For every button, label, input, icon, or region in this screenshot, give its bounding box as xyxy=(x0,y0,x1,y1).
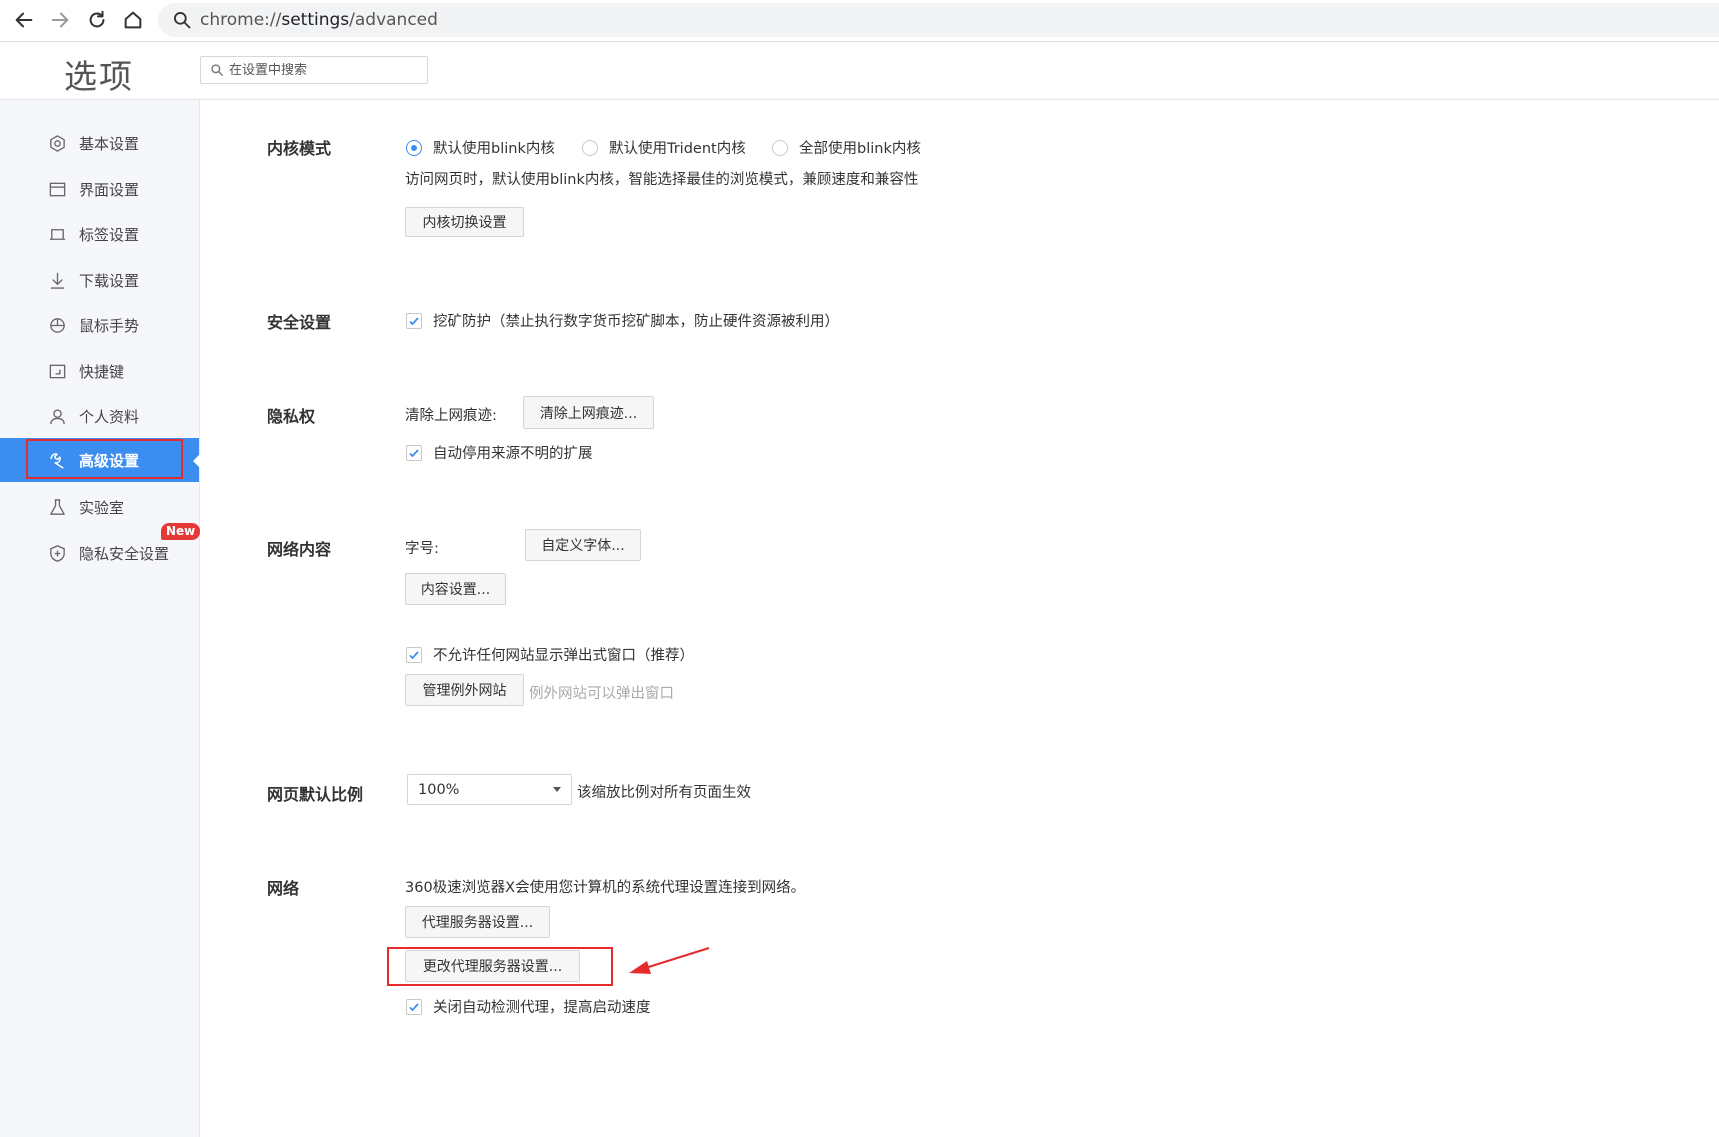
settings-header: 选项 xyxy=(0,42,1719,100)
sidebar-item-label: 快捷键 xyxy=(79,362,125,381)
annotation-arrow-icon xyxy=(629,946,710,974)
clear-history-button[interactable]: 清除上网痕迹... xyxy=(523,396,654,429)
url-text: chrome://settings/advanced xyxy=(200,10,438,30)
sidebar-item-tabs[interactable]: 标签设置 xyxy=(0,212,199,256)
sidebar-item-label: 鼠标手势 xyxy=(79,316,140,335)
address-bar[interactable]: chrome://settings/advanced xyxy=(158,3,1719,37)
radio-button[interactable] xyxy=(406,139,422,156)
disable-proxy-autodetect-option[interactable]: 关闭自动检测代理，提高启动速度 xyxy=(406,996,651,1017)
sidebar-item-download[interactable]: 下载设置 xyxy=(0,258,199,302)
basic-settings-icon xyxy=(47,133,67,153)
radio-option-blink-default[interactable]: 默认使用blink内核 xyxy=(406,137,555,158)
disable-unknown-extensions-option[interactable]: 自动停用来源不明的扩展 xyxy=(406,442,593,463)
font-size-label: 字号: xyxy=(405,541,439,557)
checkbox[interactable] xyxy=(406,444,422,461)
kernel-description: 访问网页时，默认使用blink内核，智能选择最佳的浏览模式，兼顾速度和兼容性 xyxy=(405,172,919,188)
sidebar-item-profile[interactable]: 个人资料 xyxy=(0,394,199,438)
interface-icon xyxy=(47,179,67,199)
new-badge: New xyxy=(161,523,201,540)
sidebar: 基本设置 界面设置 标签设置 下载设置 鼠标手势 快捷键 个人资料 高级设置 实… xyxy=(0,100,201,1137)
annotation-highlight-box xyxy=(387,947,613,986)
mouse-icon xyxy=(47,315,67,335)
profile-icon xyxy=(47,406,67,426)
exceptions-hint: 例外网站可以弹出窗口 xyxy=(529,686,674,702)
section-title-web-content: 网络内容 xyxy=(267,540,332,559)
checkmark-icon xyxy=(409,448,419,457)
section-title-zoom: 网页默认比例 xyxy=(267,785,364,804)
shield-icon xyxy=(47,543,67,563)
content-settings-button[interactable]: 内容设置... xyxy=(405,573,506,605)
page-title: 选项 xyxy=(64,57,134,96)
reload-icon xyxy=(89,10,105,28)
back-icon xyxy=(15,12,33,28)
checkbox[interactable] xyxy=(406,646,422,663)
radio-button[interactable] xyxy=(582,139,598,156)
checkbox[interactable] xyxy=(406,312,422,329)
home-button[interactable] xyxy=(117,4,149,36)
network-description: 360极速浏览器X会使用您计算机的系统代理设置连接到网络。 xyxy=(405,880,806,896)
custom-font-button[interactable]: 自定义字体... xyxy=(525,529,641,561)
sidebar-item-label: 实验室 xyxy=(79,498,125,517)
settings-search-input[interactable] xyxy=(229,62,409,78)
sidebar-item-shortcuts[interactable]: 快捷键 xyxy=(0,349,199,393)
back-button[interactable] xyxy=(8,4,40,36)
radio-option-blink-all[interactable]: 全部使用blink内核 xyxy=(772,137,921,158)
sidebar-item-label: 隐私安全设置 xyxy=(79,544,170,563)
sidebar-item-label: 下载设置 xyxy=(79,271,140,290)
clear-history-label: 清除上网痕迹: xyxy=(405,408,497,424)
zoom-select[interactable]: 100% xyxy=(407,774,572,805)
browser-toolbar: chrome://settings/advanced xyxy=(0,0,1719,42)
forward-button[interactable] xyxy=(44,4,76,36)
zoom-hint: 该缩放比例对所有页面生效 xyxy=(577,785,751,801)
search-icon xyxy=(211,64,223,76)
reload-button[interactable] xyxy=(81,4,113,36)
mining-protection-option[interactable]: 挖矿防护（禁止执行数字货币挖矿脚本，防止硬件资源被利用） xyxy=(406,310,839,331)
block-popups-option[interactable]: 不允许任何网站显示弹出式窗口（推荐） xyxy=(406,644,694,665)
section-title-kernel: 内核模式 xyxy=(267,139,332,158)
kernel-switch-button[interactable]: 内核切换设置 xyxy=(405,207,524,237)
flask-icon xyxy=(47,497,67,517)
sidebar-item-basic[interactable]: 基本设置 xyxy=(0,121,199,165)
forward-icon xyxy=(51,12,69,28)
active-indicator xyxy=(193,454,200,468)
sidebar-item-label: 界面设置 xyxy=(79,180,140,199)
download-icon xyxy=(47,270,67,290)
sidebar-item-label: 基本设置 xyxy=(79,134,140,153)
checkmark-icon xyxy=(409,316,419,325)
radio-button[interactable] xyxy=(772,139,788,156)
section-title-privacy: 隐私权 xyxy=(267,407,316,426)
home-icon xyxy=(124,11,142,29)
checkmark-icon xyxy=(409,1002,419,1011)
sidebar-item-label: 标签设置 xyxy=(79,225,140,244)
chevron-down-icon xyxy=(553,787,561,792)
shortcut-icon xyxy=(47,361,67,381)
manage-exceptions-button[interactable]: 管理例外网站 xyxy=(405,674,524,706)
section-title-security: 安全设置 xyxy=(267,313,332,332)
radio-option-trident-default[interactable]: 默认使用Trident内核 xyxy=(582,137,746,158)
zoom-select-value: 100% xyxy=(418,781,460,798)
sidebar-item-mouse-gestures[interactable]: 鼠标手势 xyxy=(0,303,199,347)
tab-icon xyxy=(47,224,67,244)
checkmark-icon xyxy=(409,650,419,659)
section-title-network: 网络 xyxy=(267,879,300,898)
sidebar-item-interface[interactable]: 界面设置 xyxy=(0,167,199,211)
checkbox[interactable] xyxy=(406,998,422,1015)
settings-search[interactable] xyxy=(200,56,428,84)
search-icon xyxy=(174,12,191,29)
proxy-settings-button[interactable]: 代理服务器设置... xyxy=(405,906,550,938)
annotation-highlight-box xyxy=(26,439,183,479)
sidebar-item-label: 个人资料 xyxy=(79,407,140,426)
